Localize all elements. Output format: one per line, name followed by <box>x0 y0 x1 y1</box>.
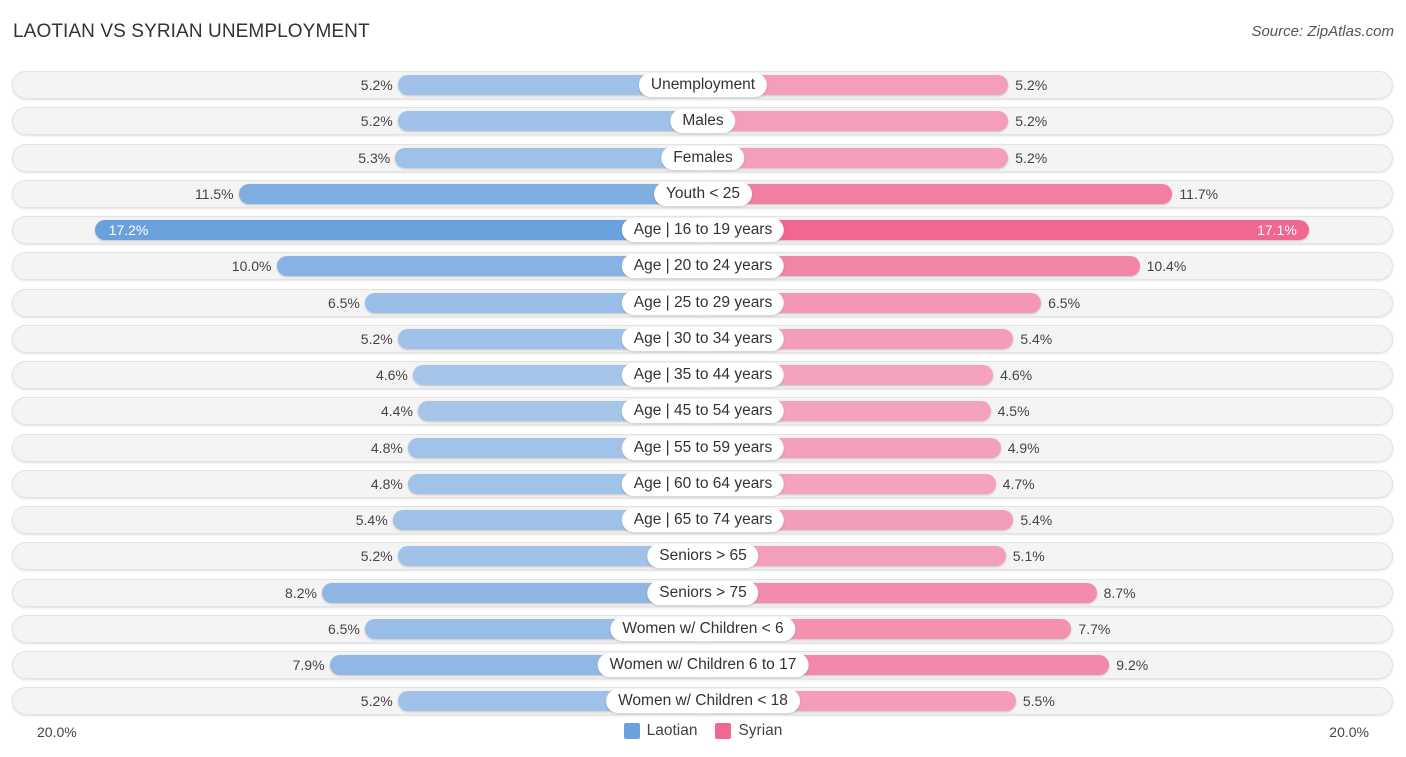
value-label-syrian: 11.7% <box>1179 185 1219 202</box>
category-label: Seniors > 75 <box>647 580 759 605</box>
value-label-syrian: 5.2% <box>1015 113 1048 130</box>
category-label: Age | 16 to 19 years <box>621 218 785 242</box>
category-label: Age | 25 to 29 years <box>621 290 785 315</box>
category-label: Seniors > 65 <box>647 544 759 569</box>
value-label-syrian: 6.5% <box>1048 294 1081 311</box>
bar-syrian[interactable] <box>703 582 1097 603</box>
value-label-syrian: 9.2% <box>1116 657 1149 673</box>
category-label: Age | 60 to 64 years <box>621 471 785 496</box>
value-label-syrian: 4.7% <box>1002 475 1035 492</box>
value-label-laotian: 4.6% <box>375 367 408 383</box>
value-label-syrian: 10.4% <box>1146 258 1187 275</box>
bar-laotian[interactable] <box>395 147 703 168</box>
bar-syrian[interactable] <box>703 220 1309 240</box>
category-label: Males <box>670 109 736 134</box>
value-label-laotian: 5.4% <box>355 512 388 528</box>
category-label: Age | 55 to 59 years <box>621 435 785 460</box>
value-label-laotian: 6.5% <box>327 620 360 637</box>
category-label: Age | 65 to 74 years <box>621 508 785 532</box>
category-label: Females <box>661 145 745 170</box>
legend: Laotian Syrian <box>0 722 1406 740</box>
bar-laotian[interactable] <box>397 111 703 132</box>
value-label-laotian: 5.2% <box>360 693 393 710</box>
value-label-syrian: 5.1% <box>1012 548 1045 565</box>
value-label-laotian: 4.8% <box>370 439 403 456</box>
bar-syrian[interactable] <box>703 147 1009 168</box>
legend-item-syrian[interactable]: Syrian <box>715 722 782 740</box>
value-label-laotian: 5.2% <box>360 113 393 130</box>
value-label-syrian: 8.7% <box>1103 584 1136 601</box>
legend-swatch-syrian <box>715 723 732 739</box>
value-label-syrian: 17.1% <box>1257 222 1297 238</box>
legend-swatch-laotian <box>623 723 640 739</box>
value-label-syrian: 4.6% <box>1000 367 1033 383</box>
category-label: Women w/ Children < 18 <box>606 689 800 714</box>
bar-laotian[interactable] <box>321 582 703 603</box>
category-label: Women w/ Children 6 to 17 <box>597 653 809 677</box>
bar-laotian[interactable] <box>94 220 703 240</box>
bar-syrian[interactable] <box>703 183 1173 204</box>
value-label-laotian: 5.3% <box>358 149 391 166</box>
value-label-syrian: 5.2% <box>1015 77 1048 93</box>
value-label-syrian: 4.9% <box>1007 439 1040 456</box>
value-label-laotian: 5.2% <box>360 77 393 93</box>
bar-syrian[interactable] <box>703 111 1009 132</box>
category-label: Age | 20 to 24 years <box>621 254 785 279</box>
category-label: Age | 30 to 34 years <box>621 326 785 351</box>
value-label-syrian: 5.4% <box>1020 512 1053 528</box>
value-label-laotian: 6.5% <box>327 294 360 311</box>
value-label-syrian: 5.4% <box>1020 330 1053 347</box>
value-label-laotian: 7.9% <box>292 657 325 673</box>
value-label-laotian: 4.8% <box>370 475 403 492</box>
legend-label-laotian: Laotian <box>646 722 698 739</box>
value-label-laotian: 8.2% <box>285 584 317 601</box>
value-label-syrian: 5.2% <box>1015 149 1048 166</box>
category-label: Women w/ Children < 6 <box>610 616 796 641</box>
category-label: Unemployment <box>638 73 768 97</box>
category-label: Youth < 25 <box>654 181 752 206</box>
value-label-syrian: 7.7% <box>1078 620 1111 637</box>
diverging-bar-chart: Unemployment 5.2% 5.2% Males 5.2% 5.2% Females… <box>0 0 1406 757</box>
value-label-syrian: 4.5% <box>997 403 1030 420</box>
value-label-laotian: 5.2% <box>360 548 393 565</box>
legend-label-syrian: Syrian <box>738 722 783 739</box>
value-label-laotian: 4.4% <box>380 403 413 420</box>
value-label-laotian: 11.5% <box>194 185 234 202</box>
value-label-laotian: 10.0% <box>231 258 272 275</box>
category-label: Age | 45 to 54 years <box>621 399 785 424</box>
legend-item-laotian[interactable]: Laotian <box>623 722 698 740</box>
value-label-laotian: 17.2% <box>108 222 149 238</box>
category-label: Age | 35 to 44 years <box>621 363 785 387</box>
value-label-syrian: 5.5% <box>1022 693 1055 710</box>
value-label-laotian: 5.2% <box>360 330 393 347</box>
bar-laotian[interactable] <box>238 183 703 204</box>
